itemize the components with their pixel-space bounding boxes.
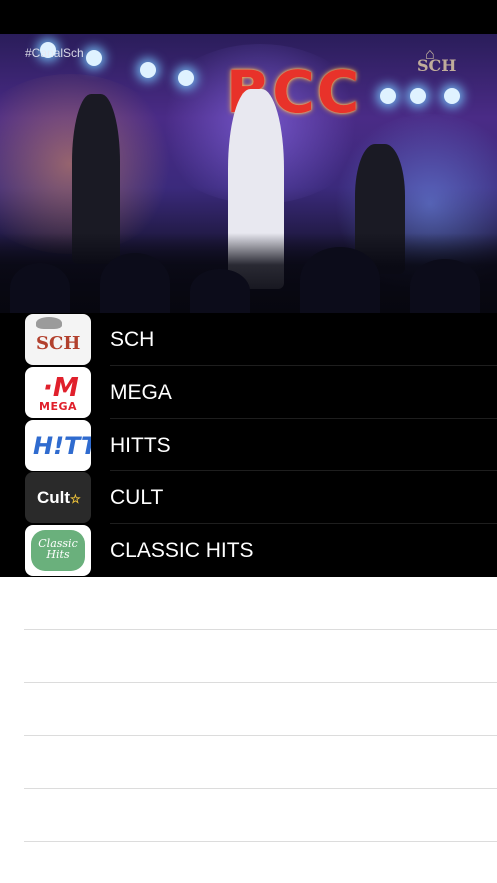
empty-row-divider	[24, 735, 497, 736]
status-bar	[0, 0, 497, 34]
mega-logo: ·M MEGA	[25, 366, 91, 418]
empty-list-area	[0, 577, 497, 883]
channel-hashtag: #CanalSch	[25, 46, 84, 60]
channel-row-cult[interactable]: Cult☆ CULT	[0, 471, 497, 525]
hat-icon	[36, 317, 62, 329]
classic-hits-logo: Classic Hits	[25, 525, 91, 577]
channel-name: MEGA	[110, 380, 172, 404]
channel-row-hitts[interactable]: H!TTS HITTS	[0, 418, 497, 472]
channel-row-sch[interactable]: SCH SCH	[0, 313, 497, 366]
empty-row-divider	[24, 788, 497, 789]
channel-name: SCH	[110, 328, 155, 351]
channel-row-mega[interactable]: ·M MEGA MEGA	[0, 365, 497, 419]
empty-row-divider	[24, 682, 497, 683]
video-player[interactable]: BCC #CanalSch ⌂ SCH	[0, 34, 497, 313]
star-icon: ☆	[70, 492, 81, 507]
channel-row-classic-hits[interactable]: Classic Hits CLASSIC HITS	[0, 524, 497, 577]
channel-name: CLASSIC HITS	[110, 539, 254, 563]
empty-row-divider	[24, 629, 497, 630]
crowd	[0, 233, 497, 313]
channel-name: HITTS	[110, 433, 171, 457]
channel-name: CULT	[110, 486, 164, 510]
sch-logo: SCH	[25, 314, 91, 365]
empty-row-divider	[24, 841, 497, 842]
hitts-logo: H!TTS	[25, 419, 91, 471]
channel-watermark-logo: ⌂ SCH	[417, 46, 457, 75]
channel-list: SCH SCH ·M MEGA MEGA H!TTS HITTS Cult☆ C…	[0, 313, 497, 577]
cult-logo: Cult☆	[25, 472, 91, 524]
